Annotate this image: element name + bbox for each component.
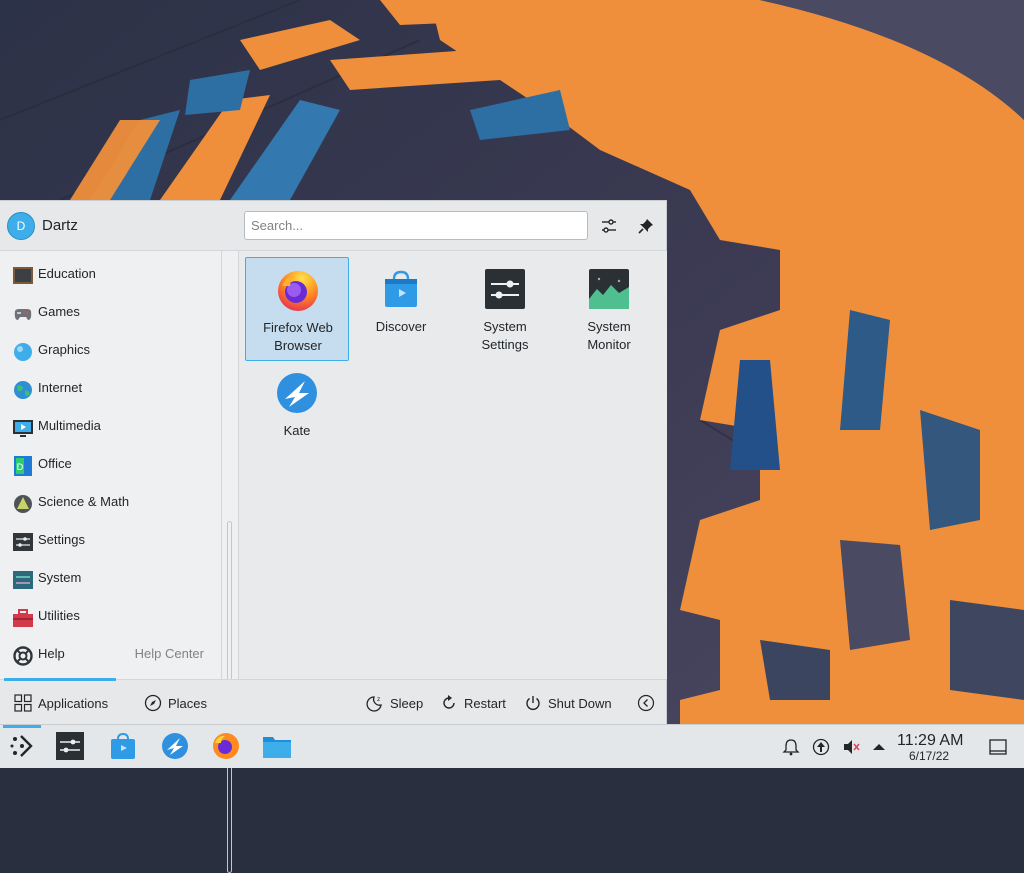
category-graphics[interactable]: Graphics [0, 331, 221, 369]
category-multimedia[interactable]: Multimedia [0, 407, 221, 445]
category-settings[interactable]: Settings [0, 521, 221, 559]
category-science-math[interactable]: Science & Math [0, 483, 221, 521]
system-settings-icon [485, 269, 525, 309]
active-tab-indicator [4, 678, 116, 681]
folder-icon [263, 737, 291, 758]
power-icon [526, 696, 540, 710]
notifications-icon[interactable] [781, 737, 801, 757]
taskbar-system-settings[interactable] [55, 731, 85, 761]
pin-icon [638, 219, 653, 234]
category-system[interactable]: System [0, 559, 221, 597]
app-grid: Firefox Web Browser Discover System Sett… [238, 251, 667, 679]
grid-icon [14, 694, 32, 712]
launcher-button[interactable] [7, 731, 37, 761]
launcher-header: D Dartz [0, 201, 666, 251]
office-icon: D [14, 456, 32, 476]
tray-expand-icon[interactable] [869, 737, 889, 757]
show-desktop-icon[interactable] [988, 737, 1008, 757]
help-center-label: Help Center [134, 646, 204, 661]
shutdown-button[interactable]: Shut Down [524, 693, 612, 713]
user-avatar[interactable]: D [7, 212, 35, 240]
sleep-icon: z [366, 696, 382, 712]
app-kate[interactable]: Kate [245, 361, 349, 465]
system-icon [13, 571, 33, 589]
category-education[interactable]: Education [0, 255, 221, 293]
taskbar-discover[interactable] [108, 731, 138, 761]
tab-places[interactable]: Places [144, 693, 207, 713]
graphics-icon [14, 343, 32, 361]
clock-time[interactable]: 11:29 AM [897, 732, 963, 750]
category-help[interactable]: Help Help Center [0, 635, 221, 673]
category-sidebar: Education Games Graphics Internet Multim… [0, 251, 221, 679]
gamepad-icon [14, 309, 32, 320]
system-monitor-icon [589, 269, 629, 309]
search-input[interactable] [244, 211, 588, 240]
sliders-icon [602, 219, 616, 233]
category-office[interactable]: D Office [0, 445, 221, 483]
kde-launcher-icon [10, 735, 33, 757]
volume-muted-icon[interactable] [841, 737, 861, 757]
toolbox-icon [13, 609, 33, 627]
updates-icon[interactable] [811, 737, 831, 757]
app-system-monitor[interactable]: System Monitor [557, 257, 661, 361]
restart-button[interactable]: Restart [440, 693, 506, 713]
kate-icon [277, 373, 317, 413]
system-settings-icon [56, 732, 84, 760]
education-icon [13, 267, 33, 284]
kate-icon [162, 733, 188, 759]
taskbar: 11:29 AM 6/17/22 [0, 724, 1024, 768]
svg-text:D: D [17, 463, 24, 473]
taskbar-kate[interactable] [160, 731, 190, 761]
firefox-icon [213, 733, 239, 759]
app-firefox[interactable]: Firefox Web Browser [245, 257, 349, 361]
category-internet[interactable]: Internet [0, 369, 221, 407]
discover-icon [111, 732, 135, 759]
taskbar-file-manager[interactable] [262, 731, 292, 761]
clock-date[interactable]: 6/17/22 [909, 749, 949, 763]
science-icon [14, 495, 32, 513]
sidebar-divider [221, 251, 222, 679]
category-games[interactable]: Games [0, 293, 221, 331]
discover-icon [385, 270, 417, 307]
globe-icon [14, 381, 32, 399]
app-system-settings[interactable]: System Settings [453, 257, 557, 361]
application-launcher: D Dartz Education [0, 200, 667, 873]
more-options-button[interactable] [637, 693, 661, 713]
taskbar-firefox[interactable] [211, 731, 241, 761]
launcher-footer: Applications Places z Sleep Restart Shut… [0, 678, 666, 725]
user-name: Dartz [42, 217, 78, 234]
lifebuoy-icon [13, 646, 33, 666]
configure-button[interactable] [597, 214, 621, 238]
tab-applications[interactable]: Applications [14, 693, 108, 713]
sleep-button[interactable]: z Sleep [366, 693, 423, 713]
app-discover[interactable]: Discover [349, 257, 453, 361]
settings-icon [13, 533, 33, 551]
launcher-active-indicator [3, 725, 41, 728]
category-utilities[interactable]: Utilities [0, 597, 221, 635]
chevron-left-circle-icon [637, 694, 655, 712]
pin-button[interactable] [634, 214, 658, 238]
firefox-icon [278, 271, 318, 311]
multimedia-icon [13, 420, 33, 437]
restart-icon [443, 695, 455, 709]
svg-text:z: z [377, 696, 380, 703]
compass-icon [144, 694, 162, 712]
